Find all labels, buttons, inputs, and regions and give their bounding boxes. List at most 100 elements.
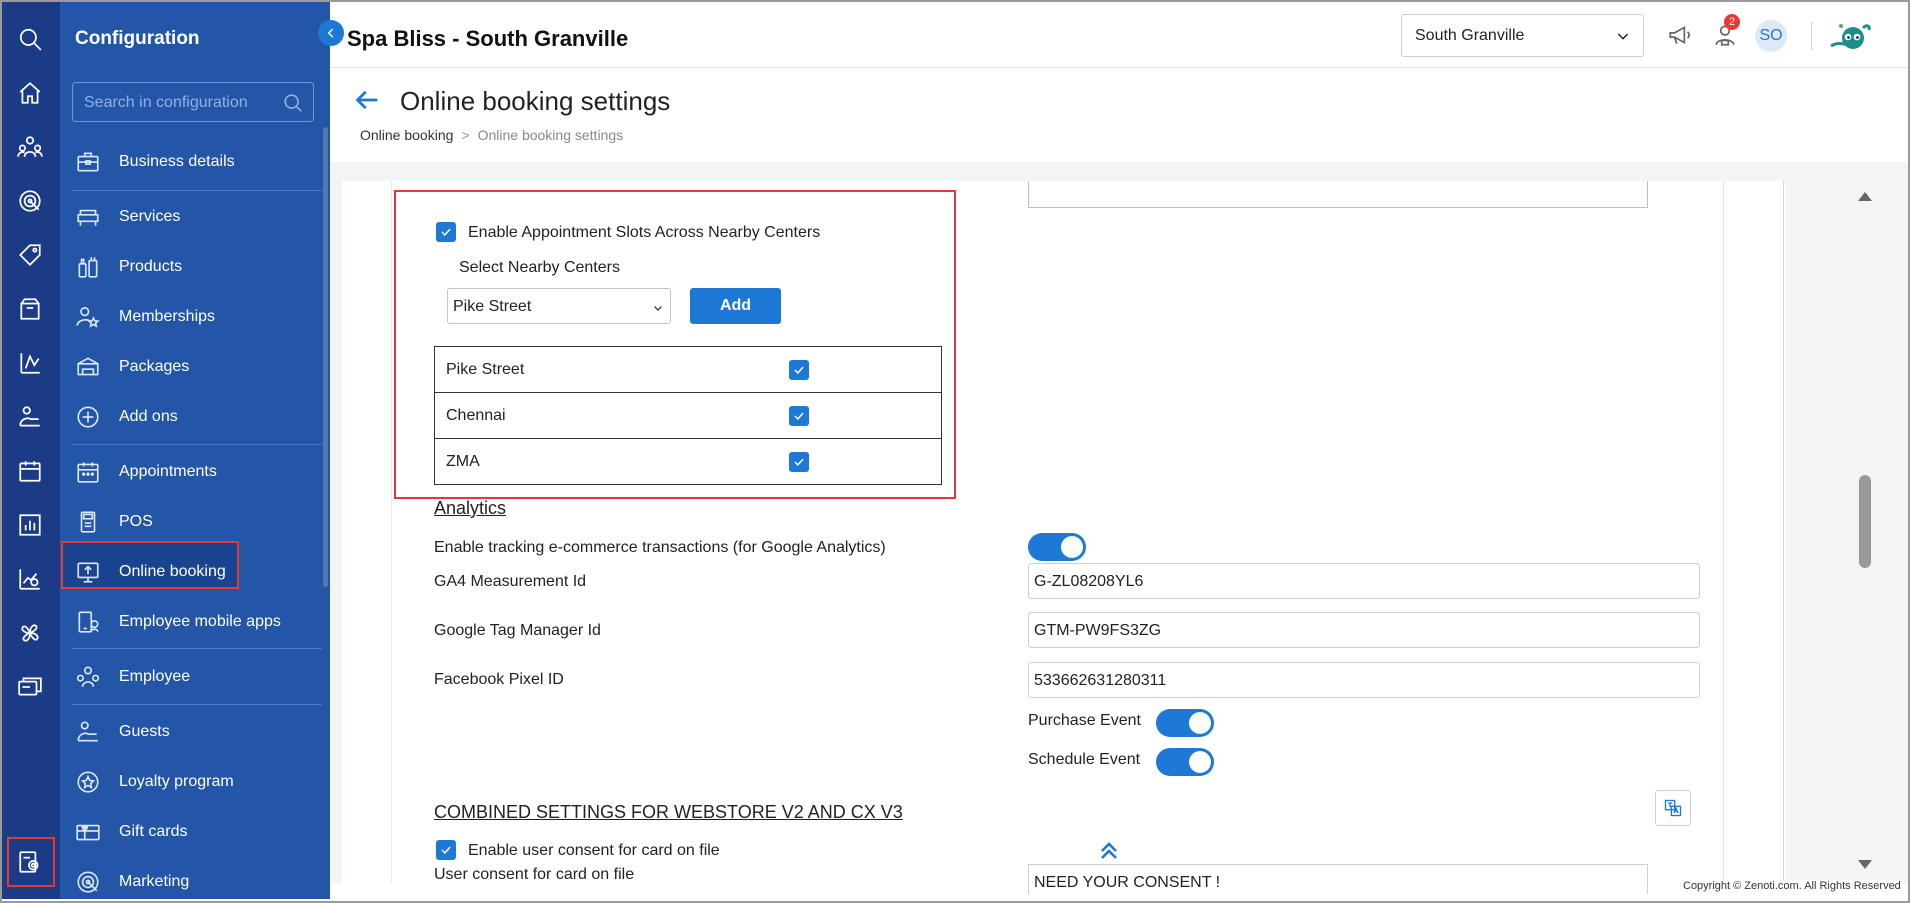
sidebar-item-label: Guests: [119, 723, 170, 740]
home-icon[interactable]: [15, 78, 45, 108]
purchase-event-toggle[interactable]: [1156, 709, 1214, 737]
avatar[interactable]: SO: [1755, 20, 1787, 52]
center-name: Pike Street: [434, 346, 735, 393]
sidebar-item-appointments[interactable]: Appointments: [72, 452, 310, 492]
sidebar-item-label: Appointments: [119, 463, 217, 480]
sidebar-scrollbar[interactable]: [323, 127, 328, 587]
center-checkbox[interactable]: [788, 406, 809, 426]
tag-icon[interactable]: [15, 240, 45, 270]
sidebar-item-employee-mobile-apps[interactable]: Employee mobile apps: [72, 602, 310, 642]
sidebar-item-marketing[interactable]: Marketing: [72, 862, 310, 902]
sidebar-item-label: Online booking: [119, 563, 226, 580]
consent-input[interactable]: NEED YOUR CONSENT !: [1028, 864, 1648, 894]
center-name: ZMA: [434, 438, 735, 485]
center-checkbox-cell: [734, 392, 942, 439]
plus-circle-icon: [74, 403, 102, 431]
sidebar-item-online-booking-active[interactable]: Online booking: [72, 552, 310, 592]
textarea-field[interactable]: [1028, 181, 1648, 208]
sidebar-item-business-details[interactable]: Business details: [72, 142, 310, 182]
megaphone-icon[interactable]: [1667, 22, 1693, 48]
people-icon[interactable]: [15, 132, 45, 162]
top-bar: Spa Bliss - South Granville South Granvi…: [330, 2, 1908, 68]
page-header: Online booking settings Online booking >…: [330, 68, 1908, 162]
loyalty-star-icon: [74, 768, 102, 796]
consent-enable-checkbox[interactable]: [436, 840, 456, 860]
pinwheel-icon[interactable]: [15, 618, 45, 648]
schedule-event-toggle[interactable]: [1156, 748, 1214, 776]
sidebar-item-add-ons[interactable]: Add ons: [72, 397, 310, 437]
sidebar-item-services[interactable]: Services: [72, 197, 310, 237]
bar-chart-icon[interactable]: [15, 510, 45, 540]
ga4-input[interactable]: G-ZL08208YL6: [1028, 563, 1700, 599]
box-icon[interactable]: [15, 294, 45, 324]
nearby-center-select[interactable]: Pike Street: [447, 288, 671, 324]
chevron-down-icon: [1615, 28, 1631, 44]
ga4-value: G-ZL08208YL6: [1034, 573, 1144, 590]
table-row: Chennai: [434, 392, 942, 439]
analytics-heading: Analytics: [434, 498, 507, 518]
app-title: Spa Bliss - South Granville: [347, 26, 629, 51]
sidebar-item-label: Packages: [119, 358, 190, 375]
reports-icon[interactable]: [15, 348, 45, 378]
notification-badge: 2: [1724, 14, 1740, 30]
cards-icon[interactable]: [15, 672, 45, 702]
center-checkbox[interactable]: [788, 452, 809, 472]
translate-button[interactable]: [1655, 790, 1691, 826]
add-center-button[interactable]: Add: [690, 288, 781, 324]
page-scrollbar-thumb[interactable]: [1859, 475, 1871, 568]
center-name: Chennai: [434, 392, 735, 439]
table-row: Pike Street: [434, 346, 942, 393]
scroll-down-arrow-icon[interactable]: [1858, 860, 1872, 869]
sidebar-item-employee[interactable]: Employee: [72, 657, 310, 697]
sidebar-item-products[interactable]: Products: [72, 247, 310, 287]
select-nearby-label: Select Nearby Centers: [459, 259, 620, 276]
sidebar-item-memberships[interactable]: Memberships: [72, 297, 310, 337]
briefcase-icon: [74, 148, 102, 176]
sidebar-item-label: Memberships: [119, 308, 216, 325]
search-icon[interactable]: [15, 24, 45, 54]
translate-icon: [1664, 799, 1682, 817]
fb-pixel-label: Facebook Pixel ID: [434, 671, 564, 688]
consent-label: User consent for card on file: [434, 866, 635, 883]
sidebar-item-label: Services: [119, 208, 181, 225]
marketing-target-icon: [74, 868, 102, 896]
consent-enable-label: Enable user consent for card on file: [468, 842, 720, 859]
gtm-value: GTM-PW9FS3ZG: [1034, 622, 1162, 639]
sidebar-item-packages[interactable]: Packages: [72, 347, 310, 387]
calendar-rail-icon[interactable]: [15, 456, 45, 486]
back-arrow-icon[interactable]: [354, 86, 382, 114]
location-select[interactable]: South Granville: [1401, 14, 1644, 57]
monitor-upload-icon: [74, 558, 102, 586]
sidebar-item-loyalty-program[interactable]: Loyalty program: [72, 762, 310, 802]
sidebar-item-gift-cards[interactable]: Gift cards: [72, 812, 310, 852]
divider: [72, 648, 322, 649]
divider: [72, 190, 322, 191]
center-checkbox[interactable]: [788, 360, 809, 380]
sidebar-item-guests[interactable]: Guests: [72, 712, 310, 752]
toggle-knob: [1189, 712, 1211, 734]
page-title: Online booking settings: [400, 86, 671, 116]
sidebar-search-placeholder: Search in configuration: [84, 94, 248, 111]
icon-rail: [2, 2, 60, 899]
consent-value: NEED YOUR CONSENT !: [1034, 874, 1221, 891]
sidebar-search-input[interactable]: Search in configuration: [72, 82, 314, 122]
sidebar-item-label: Marketing: [119, 873, 190, 890]
scroll-to-top-icon[interactable]: [1097, 838, 1121, 862]
mobile-app-icon: [74, 608, 102, 636]
employee-group-icon: [74, 663, 102, 691]
breadcrumb-parent[interactable]: Online booking: [360, 127, 453, 143]
enable-nearby-checkbox[interactable]: [436, 222, 456, 242]
gtm-input[interactable]: GTM-PW9FS3ZG: [1028, 612, 1700, 648]
fb-pixel-input[interactable]: 533662631280311: [1028, 662, 1700, 698]
sidebar-item-pos[interactable]: POS: [72, 502, 310, 542]
spa-guest-icon[interactable]: [15, 402, 45, 432]
target-icon[interactable]: [15, 186, 45, 216]
sofa-icon: [74, 203, 102, 231]
collapse-sidebar-button[interactable]: [318, 20, 344, 46]
settings-icon[interactable]: [15, 847, 45, 877]
analytics-icon[interactable]: [15, 564, 45, 594]
nearby-center-value: Pike Street: [453, 298, 532, 315]
tracking-toggle[interactable]: [1028, 533, 1086, 561]
panel-border: [391, 181, 392, 883]
scroll-up-arrow-icon[interactable]: [1858, 192, 1872, 201]
